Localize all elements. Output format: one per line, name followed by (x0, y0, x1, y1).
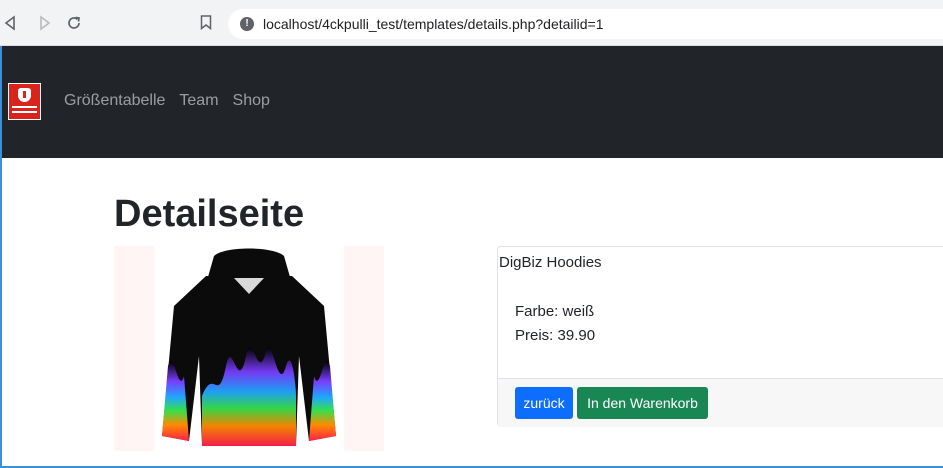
forward-arrow-icon[interactable] (37, 15, 53, 31)
nav-links: Größentabelle Team Shop (64, 92, 284, 110)
address-bar[interactable]: ! localhost/4ckpulli_test/templates/deta… (228, 9, 943, 39)
info-icon[interactable]: ! (240, 17, 254, 31)
product-image (114, 246, 384, 451)
product-details: Farbe: weiß Preis: 39.90 (515, 300, 595, 348)
product-price: Preis: 39.90 (515, 327, 596, 344)
browser-toolbar: ! localhost/4ckpulli_test/templates/deta… (0, 0, 943, 46)
nav-link-shop[interactable]: Shop (233, 92, 284, 110)
bookmark-icon[interactable] (200, 15, 212, 31)
nav-link-groessentabelle[interactable]: Größentabelle (64, 92, 179, 110)
logo-line (12, 106, 37, 108)
card-footer: zurück In den Warenkorb (498, 378, 943, 427)
crest-shape (18, 88, 31, 102)
product-card: DigBiz Hoodies Farbe: weiß Preis: 39.90 … (497, 246, 943, 427)
back-button[interactable]: zurück (515, 387, 573, 419)
navbar: Größentabelle Team Shop (2, 46, 943, 158)
reload-icon[interactable] (66, 15, 82, 31)
back-arrow-icon[interactable] (2, 15, 18, 31)
hoodie-rainbow-flames-image (154, 246, 344, 451)
nav-link-team[interactable]: Team (179, 92, 232, 110)
page-title: Detailseite (114, 193, 305, 235)
product-color: Farbe: weiß (515, 303, 595, 320)
add-to-cart-button[interactable]: In den Warenkorb (577, 387, 708, 419)
school-crest-logo[interactable] (8, 83, 41, 120)
url-text: localhost/4ckpulli_test/templates/detail… (263, 16, 604, 32)
logo-line (12, 111, 37, 113)
product-name: DigBiz Hoodies (499, 254, 602, 271)
